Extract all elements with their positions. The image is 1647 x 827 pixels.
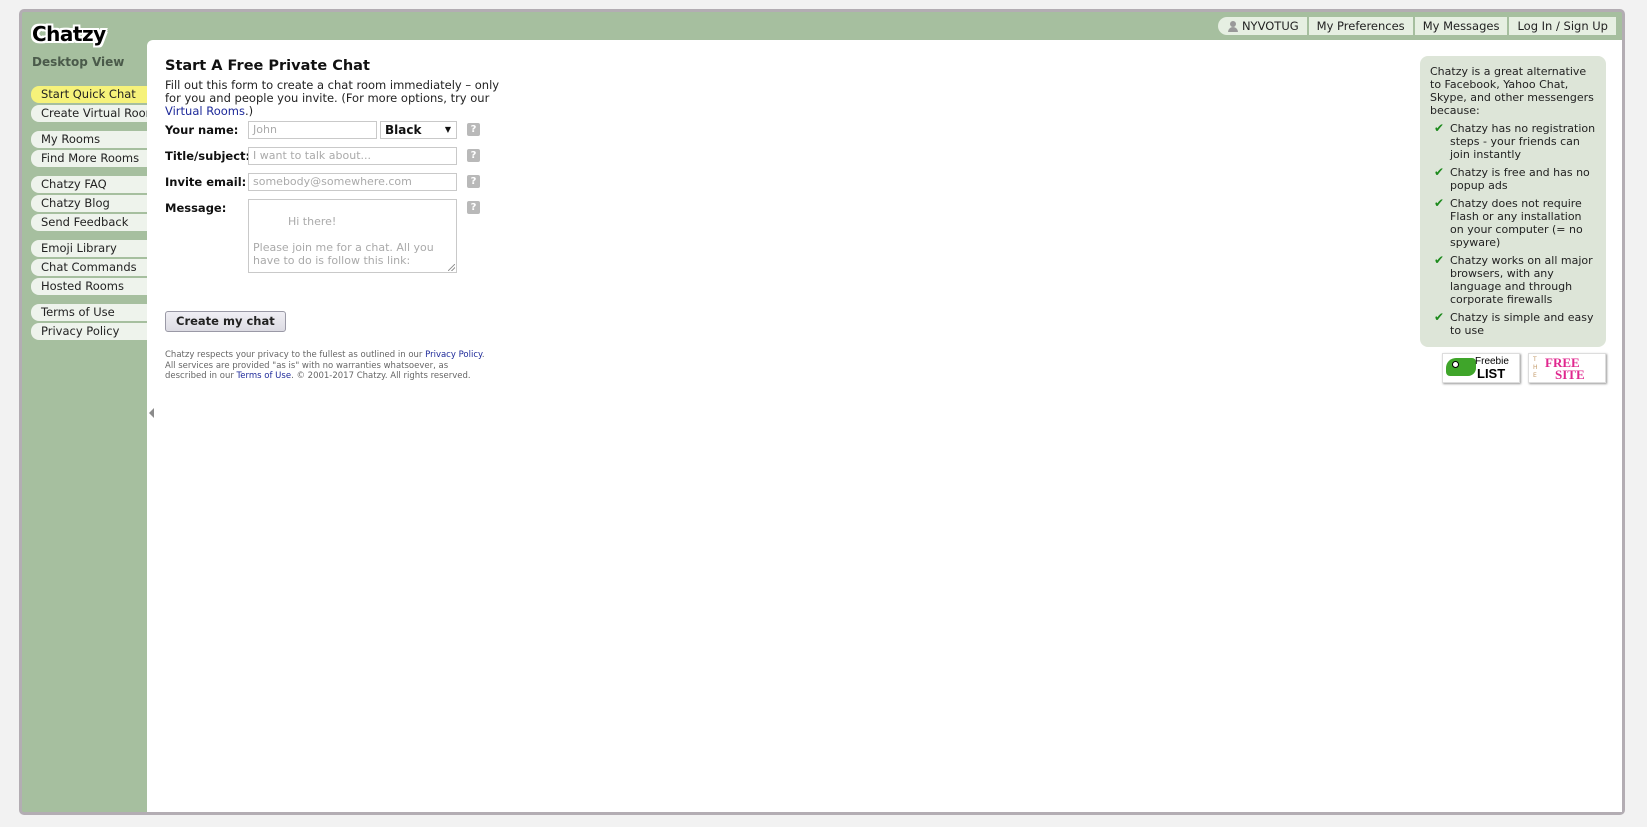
promo-item: ✔ Chatzy has no registration steps - you…	[1430, 121, 1596, 162]
the-text: THE	[1533, 356, 1538, 379]
your-name-label: Your name:	[165, 123, 239, 137]
sidebar-item-emoji-library[interactable]: Emoji Library	[31, 240, 147, 257]
invite-email-label: Invite email:	[165, 175, 247, 189]
subject-label: Title/subject:	[165, 149, 251, 163]
top-navigation: NYVOTUG My Preferences My Messages Log I…	[1216, 17, 1616, 35]
chatzy-logo[interactable]: Chatzy	[32, 22, 106, 46]
message-textarea[interactable]: Hi there! Please join me for a chat. All…	[248, 199, 457, 273]
sidebar-item-find-more-rooms[interactable]: Find More Rooms	[31, 150, 147, 167]
check-icon: ✔	[1434, 310, 1445, 324]
promo-item-text: Chatzy has no registration steps - your …	[1450, 122, 1596, 161]
sidebar-item-start-quick-chat[interactable]: Start Quick Chat	[31, 86, 147, 103]
terms-of-use-link[interactable]: Terms of Use	[237, 371, 292, 381]
sidebar-item-hosted-rooms[interactable]: Hosted Rooms	[31, 278, 147, 295]
partner-badges: Freebie LIST THE FREE SITE	[1442, 353, 1606, 383]
sidebar-item-chatzy-blog[interactable]: Chatzy Blog	[31, 195, 147, 212]
sidebar-group-legal: Terms of Use Privacy Policy	[31, 304, 147, 340]
sidebar-group-features: Emoji Library Chat Commands Hosted Rooms	[31, 240, 147, 295]
site-text: SITE	[1555, 367, 1585, 382]
sidebar-item-terms-of-use[interactable]: Terms of Use	[31, 304, 147, 321]
intro-text: Fill out this form to create a chat room…	[165, 79, 505, 118]
check-icon: ✔	[1434, 121, 1445, 135]
collapse-sidebar-icon[interactable]	[149, 408, 154, 418]
desktop-view-label: Desktop View	[32, 55, 125, 69]
sidebar: Start Quick Chat Create Virtual Room My …	[31, 86, 147, 349]
name-color-select[interactable]: Black ▼	[380, 121, 457, 139]
privacy-policy-link[interactable]: Privacy Policy	[425, 350, 482, 360]
sidebar-item-privacy-policy[interactable]: Privacy Policy	[31, 323, 147, 340]
message-label: Message:	[165, 201, 227, 215]
message-placeholder: Hi there! Please join me for a chat. All…	[253, 215, 434, 267]
sidebar-group-help: Chatzy FAQ Chatzy Blog Send Feedback	[31, 176, 147, 231]
message-help-icon[interactable]: ?	[467, 201, 480, 214]
name-help-icon[interactable]: ?	[467, 123, 480, 136]
sidebar-item-chat-commands[interactable]: Chat Commands	[31, 259, 147, 276]
virtual-rooms-link[interactable]: Virtual Rooms	[165, 104, 245, 118]
promo-item-text: Chatzy is simple and easy to use	[1450, 311, 1594, 337]
name-color-value: Black	[385, 123, 422, 137]
privacy-disclaimer: Chatzy respects your privacy to the full…	[165, 350, 485, 382]
user-profile-button[interactable]: NYVOTUG	[1217, 17, 1307, 35]
crocodile-icon	[1446, 358, 1476, 376]
list-text: LIST	[1477, 366, 1506, 381]
my-preferences-button[interactable]: My Preferences	[1308, 17, 1413, 35]
sidebar-group-chat: Start Quick Chat Create Virtual Room	[31, 86, 147, 122]
check-icon: ✔	[1434, 253, 1445, 267]
intro-end: .)	[244, 104, 254, 118]
your-name-input[interactable]: John	[248, 121, 377, 139]
username: NYVOTUG	[1241, 19, 1299, 33]
email-help-icon[interactable]: ?	[467, 175, 480, 188]
freebie-list-badge[interactable]: Freebie LIST	[1442, 353, 1520, 383]
check-icon: ✔	[1434, 165, 1445, 179]
promo-box: Chatzy is a great alternative to Faceboo…	[1420, 56, 1606, 347]
content-panel: Start A Free Private Chat Fill out this …	[147, 40, 1622, 812]
subject-help-icon[interactable]: ?	[467, 149, 480, 162]
sidebar-item-chatzy-faq[interactable]: Chatzy FAQ	[31, 176, 147, 193]
check-icon: ✔	[1434, 196, 1445, 210]
invite-email-input[interactable]: somebody@somewhere.com	[248, 173, 457, 191]
disclaimer-part3: . © 2001-2017 Chatzy. All rights reserve…	[291, 371, 471, 381]
page-title: Start A Free Private Chat	[165, 58, 370, 74]
the-free-site-badge[interactable]: THE FREE SITE	[1528, 353, 1606, 383]
promo-item: ✔ Chatzy does not require Flash or any i…	[1430, 196, 1596, 250]
promo-item-text: Chatzy is free and has no popup ads	[1450, 166, 1590, 192]
promo-item-text: Chatzy does not require Flash or any ins…	[1450, 197, 1583, 249]
subject-input[interactable]: I want to talk about...	[248, 147, 457, 165]
resize-handle-icon[interactable]	[448, 264, 455, 271]
quick-chat-form-section: Start A Free Private Chat Fill out this …	[165, 58, 525, 381]
login-signup-button[interactable]: Log In / Sign Up	[1509, 17, 1616, 35]
sidebar-item-my-rooms[interactable]: My Rooms	[31, 131, 147, 148]
sidebar-item-send-feedback[interactable]: Send Feedback	[31, 214, 147, 231]
disclaimer-part1: Chatzy respects your privacy to the full…	[165, 350, 426, 360]
promo-item: ✔ Chatzy is simple and easy to use	[1430, 310, 1596, 338]
intro-body: Fill out this form to create a chat room…	[165, 78, 500, 105]
create-my-chat-button[interactable]: Create my chat	[165, 311, 286, 332]
user-icon	[1227, 20, 1238, 32]
my-messages-button[interactable]: My Messages	[1414, 17, 1508, 35]
promo-item-text: Chatzy works on all major browsers, with…	[1450, 254, 1593, 306]
promo-item: ✔ Chatzy works on all major browsers, wi…	[1430, 253, 1596, 307]
promo-intro: Chatzy is a great alternative to Faceboo…	[1430, 65, 1594, 117]
app-frame: Chatzy Desktop View Start Quick Chat Cre…	[19, 9, 1625, 815]
dropdown-arrow-icon: ▼	[444, 125, 451, 134]
sidebar-item-create-virtual-room[interactable]: Create Virtual Room	[31, 105, 147, 122]
sidebar-group-rooms: My Rooms Find More Rooms	[31, 131, 147, 167]
promo-item: ✔ Chatzy is free and has no popup ads	[1430, 165, 1596, 193]
